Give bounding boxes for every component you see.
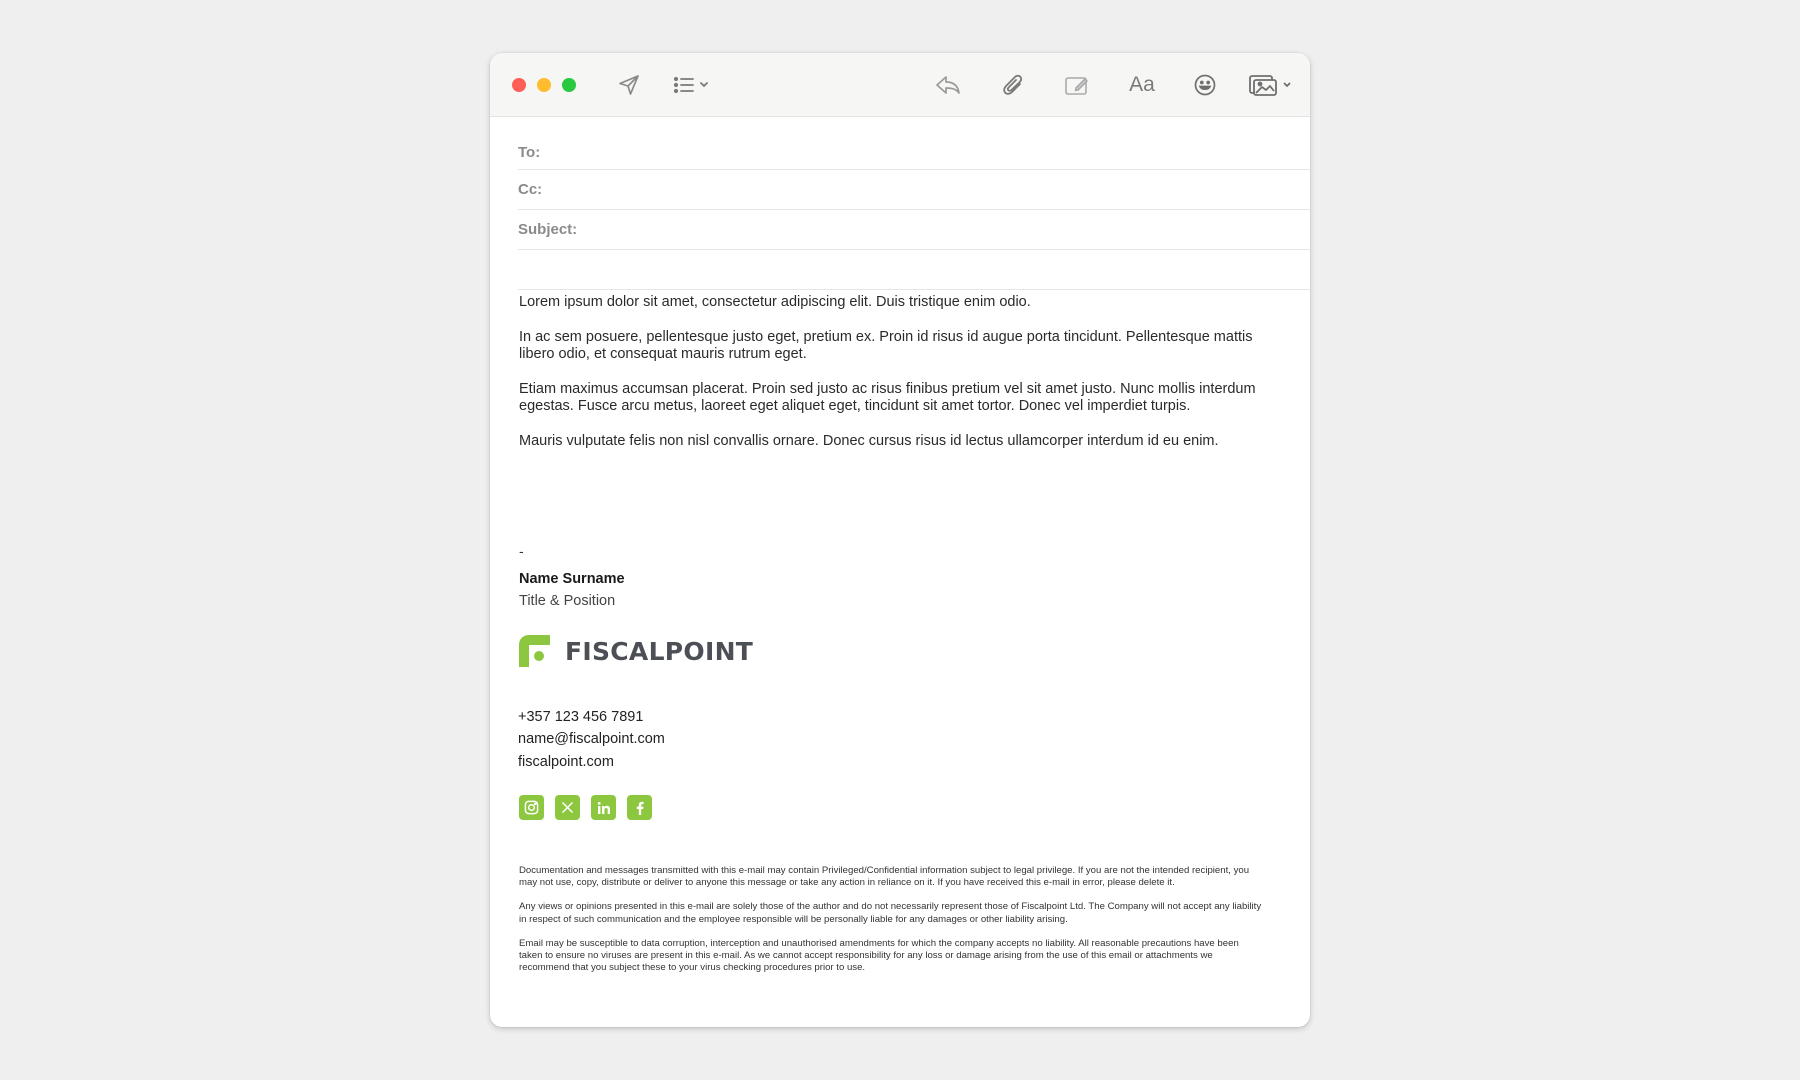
instagram-icon[interactable] — [519, 795, 544, 820]
body-paragraph: Etiam maximus accumsan placerat. Proin s… — [519, 380, 1256, 415]
send-icon[interactable] — [614, 70, 644, 100]
disclaimer-paragraph: Email may be susceptible to data corrupt… — [519, 937, 1239, 974]
fiscalpoint-logo-icon — [519, 635, 550, 667]
company-name: FISCALPOINT — [565, 636, 754, 666]
attachment-icon[interactable] — [998, 70, 1028, 100]
zoom-window-button[interactable] — [562, 78, 576, 92]
signature-title: Title & Position — [519, 593, 616, 609]
cc-label: Cc: — [518, 181, 543, 198]
cc-field[interactable]: Cc: — [518, 170, 1310, 210]
legal-disclaimer: Documentation and messages transmitted w… — [519, 865, 1264, 986]
to-label: To: — [518, 143, 541, 161]
disclaimer-paragraph: Documentation and messages transmitted w… — [519, 865, 1250, 889]
signature-name: Name Surname — [519, 571, 625, 587]
body-paragraph: In ac sem posuere, pellentesque justo eg… — [519, 328, 1253, 363]
emoji-icon[interactable] — [1190, 70, 1220, 100]
font-icon[interactable]: Aa — [1124, 70, 1160, 100]
markup-icon[interactable] — [1062, 70, 1092, 100]
signature-email[interactable]: name@fiscalpoint.com — [518, 731, 665, 747]
subject-label: Subject: — [518, 221, 578, 238]
to-field[interactable]: To: — [518, 135, 1310, 170]
subject-field[interactable]: Subject: — [518, 210, 1310, 250]
body-paragraph: Lorem ipsum dolor sit amet, consectetur … — [519, 294, 1031, 310]
body-paragraph: Mauris vulputate felis non nisl convalli… — [519, 432, 1219, 449]
linkedin-icon[interactable] — [591, 795, 616, 820]
photo-browser-icon[interactable] — [1247, 70, 1295, 100]
message-body[interactable]: Lorem ipsum dolor sit amet, consectetur … — [519, 294, 1269, 467]
social-links — [519, 795, 652, 820]
facebook-icon[interactable] — [627, 795, 652, 820]
x-icon[interactable] — [555, 795, 580, 820]
reply-icon[interactable] — [933, 70, 963, 100]
signature-phone[interactable]: +357 123 456 7891 — [518, 709, 643, 725]
signature-website[interactable]: fiscalpoint.com — [518, 754, 614, 770]
list-format-icon[interactable] — [672, 70, 714, 100]
minimize-window-button[interactable] — [537, 78, 551, 92]
disclaimer-paragraph: Any views or opinions presented in this … — [519, 901, 1262, 925]
mail-compose-window: Aa To: Cc: Subject: Lorem ipsum dolor si… — [490, 53, 1310, 1027]
toolbar: Aa — [490, 53, 1310, 117]
company-logo: FISCALPOINT — [519, 633, 753, 669]
signature-separator: - — [519, 543, 524, 559]
close-window-button[interactable] — [512, 78, 526, 92]
extra-header-field[interactable] — [518, 250, 1310, 290]
